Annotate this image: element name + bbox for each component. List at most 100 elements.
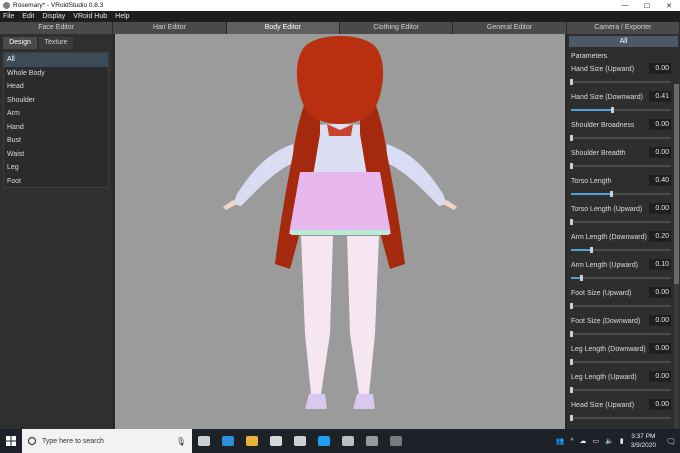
param-slider[interactable] (571, 191, 671, 197)
tab-general-editor[interactable]: General Editor (453, 22, 567, 34)
photos-icon (342, 436, 354, 446)
slider-thumb[interactable] (570, 331, 573, 337)
app-icon (366, 436, 378, 446)
cloud-icon[interactable]: ☁ (579, 437, 586, 445)
chevron-up-icon[interactable]: ^ (570, 438, 573, 445)
param-row: Arm Length (Upward) 0.10 (567, 259, 680, 287)
menu-vroid-hub[interactable]: VRoid Hub (73, 13, 107, 20)
scrollbar-thumb[interactable] (674, 84, 679, 284)
param-slider[interactable] (570, 79, 671, 85)
close-button[interactable]: ✕ (658, 2, 680, 10)
3d-viewport[interactable] (115, 34, 565, 429)
tab-hair-editor[interactable]: Hair Editor (113, 22, 227, 34)
volume-icon[interactable]: 🔈 (605, 437, 614, 445)
twitter-taskbar-button[interactable] (312, 429, 336, 453)
parameters-scrollbar[interactable] (674, 84, 679, 429)
store-icon (270, 436, 282, 446)
network-icon[interactable]: ▭ (592, 437, 599, 445)
param-value-input[interactable]: 0.41 (649, 91, 671, 102)
tab-camera-exporter[interactable]: Camera / Exporter (566, 22, 680, 34)
slider-thumb[interactable] (580, 275, 583, 281)
param-value-input[interactable]: 0.00 (649, 315, 671, 326)
param-row: Torso Length (Upward) 0.00 (567, 203, 680, 231)
category-whole-body[interactable]: Whole Body (4, 67, 108, 81)
slider-thumb[interactable] (570, 359, 573, 365)
param-slider[interactable] (570, 415, 671, 421)
parameter-list: Hand Size (Upward) 0.00 Hand Size (Downwar… (567, 63, 680, 427)
param-slider[interactable] (570, 303, 671, 309)
notification-icon[interactable]: 🗨 (662, 437, 680, 446)
param-slider[interactable] (570, 359, 671, 365)
mail-taskbar-button[interactable] (288, 429, 312, 453)
store-taskbar-button[interactable] (264, 429, 288, 453)
param-slider[interactable] (570, 163, 671, 169)
tab-body-editor[interactable]: Body Editor (226, 22, 340, 34)
param-value-input[interactable]: 0.00 (649, 343, 671, 354)
category-bust[interactable]: Bust (4, 134, 108, 148)
photos-taskbar-button[interactable] (336, 429, 360, 453)
param-slider[interactable] (570, 331, 671, 337)
category-foot[interactable]: Foot (4, 175, 108, 189)
tab-all[interactable]: All (569, 36, 678, 47)
param-value-input[interactable]: 0.20 (649, 231, 671, 242)
menu-edit[interactable]: Edit (22, 13, 34, 20)
menu-help[interactable]: Help (115, 13, 129, 20)
param-slider[interactable] (571, 247, 671, 253)
start-button[interactable] (0, 429, 22, 453)
param-slider[interactable] (571, 275, 671, 281)
slider-thumb[interactable] (570, 163, 573, 169)
param-label: Hand Size (Downward) (571, 94, 643, 101)
minimize-button[interactable]: — (614, 2, 636, 9)
param-value-input[interactable]: 0.00 (649, 203, 671, 214)
param-slider[interactable] (570, 387, 671, 393)
slider-thumb[interactable] (611, 107, 614, 113)
slider-thumb[interactable] (610, 191, 613, 197)
slider-thumb[interactable] (570, 135, 573, 141)
vroid-taskbar-button[interactable] (384, 429, 408, 453)
edge-taskbar-button[interactable] (216, 429, 240, 453)
param-value-input[interactable]: 0.00 (649, 371, 671, 382)
tab-face-editor[interactable]: Face Editor (0, 22, 114, 34)
param-value-input[interactable]: 0.00 (649, 63, 671, 74)
menu-file[interactable]: File (3, 13, 14, 20)
slider-thumb[interactable] (570, 79, 573, 85)
param-slider[interactable] (571, 107, 671, 113)
file-explorer-taskbar-button[interactable] (240, 429, 264, 453)
slider-thumb[interactable] (570, 303, 573, 309)
category-arm[interactable]: Arm (4, 107, 108, 121)
slider-thumb[interactable] (570, 387, 573, 393)
people-icon[interactable]: 👥 (555, 437, 564, 445)
menu-display[interactable]: Display (42, 13, 65, 20)
taskbar-clock[interactable]: 3:37 PM 3/9/2020 (631, 432, 656, 450)
tab-design[interactable]: Design (3, 37, 37, 49)
maximize-button[interactable]: ☐ (636, 2, 658, 10)
param-slider[interactable] (570, 219, 671, 225)
task-view-taskbar-button[interactable] (192, 429, 216, 453)
param-slider[interactable] (570, 135, 671, 141)
slider-thumb[interactable] (570, 415, 573, 421)
param-value-input[interactable]: 0.00 (649, 287, 671, 298)
tab-clothing-editor[interactable]: Clothing Editor (339, 22, 454, 34)
microphone-icon[interactable]: 🎙 (176, 437, 186, 446)
param-value-input[interactable]: 0.00 (649, 147, 671, 158)
battery-icon[interactable]: ▮ (620, 437, 624, 445)
slider-thumb[interactable] (570, 219, 573, 225)
tab-texture[interactable]: Texture (39, 37, 73, 49)
slider-fill (571, 193, 611, 195)
menu-bar: File Edit Display VRoid Hub Help (0, 11, 680, 22)
param-value-input[interactable]: 0.40 (649, 175, 671, 186)
category-hand[interactable]: Hand (4, 121, 108, 135)
param-value-input[interactable]: 0.10 (649, 259, 671, 270)
mail-icon (294, 436, 306, 446)
app-taskbar-button[interactable] (360, 429, 384, 453)
slider-thumb[interactable] (590, 247, 593, 253)
param-value-input[interactable]: 0.00 (649, 119, 671, 130)
category-leg[interactable]: Leg (4, 161, 108, 175)
category-waist[interactable]: Waist (4, 148, 108, 162)
param-label: Leg Length (Downward) (571, 346, 646, 353)
category-head[interactable]: Head (4, 80, 108, 94)
category-all[interactable]: All (4, 53, 108, 67)
param-value-input[interactable]: 0.00 (649, 399, 671, 410)
category-shoulder[interactable]: Shoulder (4, 94, 108, 108)
taskbar-search-box[interactable]: Type here to search 🎙 (22, 429, 192, 453)
